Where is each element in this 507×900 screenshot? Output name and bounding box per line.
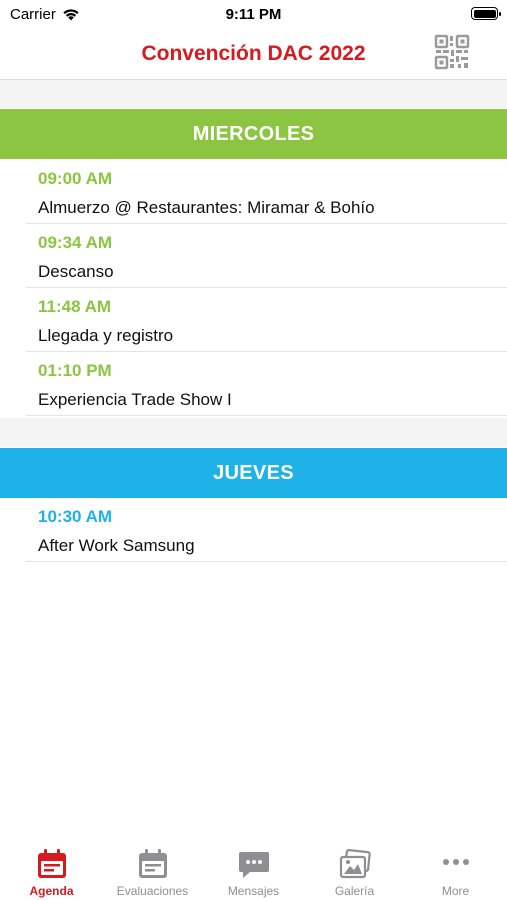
event-time: 09:00 AM [38,169,113,188]
event-time: 09:34 AM [38,233,113,252]
section-title: JUEVES [213,461,294,484]
tab-agenda[interactable]: Agenda [1,834,102,900]
evaluation-icon [138,849,167,878]
battery-icon [471,7,501,20]
page-title: Convención DAC 2022 [141,42,366,65]
tab-more[interactable]: More [405,834,506,900]
event-row[interactable]: 09:34 AM Descanso [26,224,507,288]
navigation-bar: Convención DAC 2022 [0,30,507,80]
event-row[interactable]: 01:10 PM Experiencia Trade Show I [26,352,507,416]
event-title: Descanso [38,262,114,281]
event-title: Llegada y registro [38,326,174,345]
calendar-icon [37,849,66,878]
event-row[interactable]: 10:30 AM After Work Samsung [26,498,507,562]
tab-label: Agenda [29,884,74,898]
event-row[interactable]: 09:00 AM Almuerzo @ Restaurantes: Mirama… [26,160,507,224]
qr-code-icon[interactable] [434,34,470,70]
section-spacer [0,80,507,108]
message-icon [238,852,269,878]
event-time: 11:48 AM [38,297,112,316]
tab-label: Mensajes [227,884,280,898]
tab-label: Evaluaciones [116,884,189,898]
tab-mensajes[interactable]: Mensajes [203,834,304,900]
event-title: After Work Samsung [38,536,195,555]
event-time: 01:10 PM [38,361,112,380]
tab-label: Galería [334,884,375,898]
gallery-icon [339,848,371,879]
status-bar: Carrier 9:11 PM [0,0,507,30]
section-title: MIERCOLES [192,122,315,145]
section-header-jueves: JUEVES [0,448,507,498]
tab-galeria[interactable]: Galería [304,834,405,900]
event-title: Experiencia Trade Show I [38,390,232,409]
event-row[interactable]: 11:48 AM Llegada y registro [26,288,507,352]
more-icon [442,859,469,865]
tab-label: More [441,884,470,898]
tab-bar: Agenda Evaluaciones Mensajes Galería Mor… [0,834,507,900]
event-title: Almuerzo @ Restaurantes: Miramar & Bohío [38,198,375,217]
status-time: 9:11 PM [225,6,282,23]
section-spacer [0,418,507,447]
tab-evaluaciones[interactable]: Evaluaciones [102,834,203,900]
event-time: 10:30 AM [38,507,113,526]
section-header-miercoles: MIERCOLES [0,109,507,159]
